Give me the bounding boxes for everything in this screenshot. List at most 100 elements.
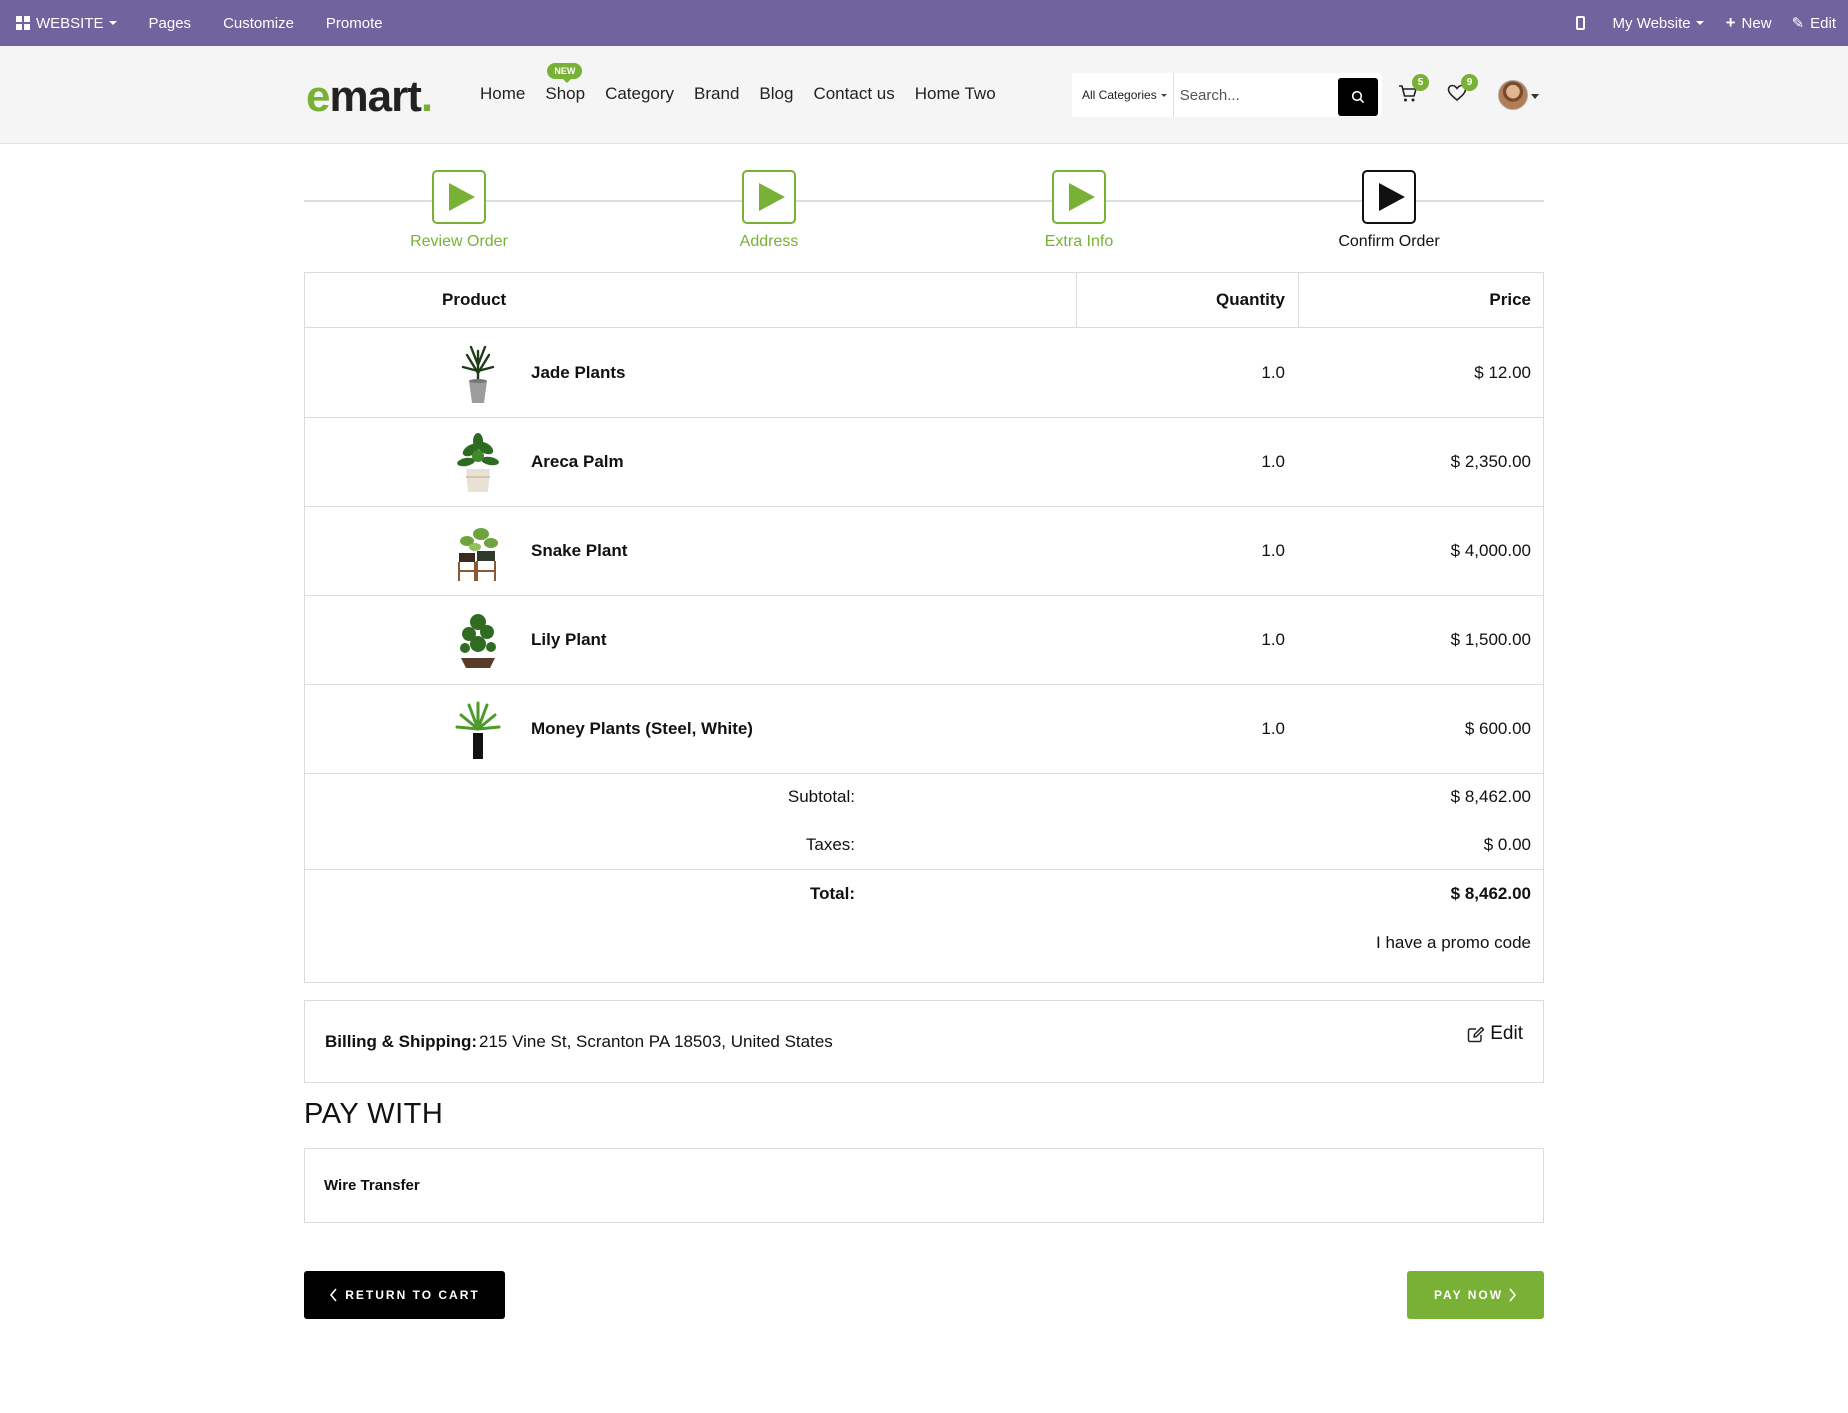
pencil-icon: ✎ [1791, 15, 1805, 32]
step-review-order[interactable]: Review Order [369, 170, 549, 251]
admin-menu-customize[interactable]: Customize [207, 0, 310, 46]
table-row: Lily Plant 1.0 $ 1,500.00 [305, 596, 1543, 685]
nav-shop[interactable]: NEW Shop [545, 63, 586, 104]
step-box [1052, 170, 1106, 224]
step-label: Address [739, 233, 799, 250]
edit-address-link[interactable]: Edit [1467, 1023, 1523, 1045]
taxes-label: Taxes: [805, 835, 855, 854]
billing-label: Billing & Shipping: [325, 1032, 478, 1051]
table-row: Snake Plant 1.0 $ 4,000.00 [305, 507, 1543, 596]
areca-palm-image[interactable] [451, 432, 505, 494]
new-button[interactable]: + New [1714, 0, 1784, 46]
checkout-steps: Review Order Address Extra Info Confirm … [304, 170, 1544, 250]
play-arrow-icon [449, 183, 475, 211]
column-divider [1298, 273, 1299, 328]
site-switcher[interactable]: My Website [1603, 0, 1714, 46]
nav-brand[interactable]: Brand [694, 84, 739, 104]
category-select-value: All Categories [1082, 88, 1157, 102]
product-name[interactable]: Lily Plant [531, 630, 607, 650]
chevron-down-icon [1695, 21, 1704, 25]
jade-plant-image[interactable] [451, 343, 505, 405]
chevron-down-icon [108, 21, 117, 25]
step-confirm-order: Confirm Order [1299, 170, 1479, 251]
nav-category[interactable]: Category [605, 84, 674, 104]
website-menu-label: WEBSITE [36, 14, 104, 32]
product-name[interactable]: Snake Plant [531, 541, 627, 561]
product-price: $ 4,000.00 [1450, 541, 1531, 560]
billing-shipping-box: Billing & Shipping: 215 Vine St, Scranto… [304, 1000, 1544, 1083]
logo-letter-e: e [306, 72, 331, 121]
search-button[interactable] [1338, 78, 1378, 116]
step-box [742, 170, 796, 224]
main-nav: Home NEW Shop Category Brand Blog Contac… [480, 63, 1016, 104]
step-box [432, 170, 486, 224]
column-header-product: Product [442, 290, 507, 309]
site-header: emart. Home NEW Shop Category Brand Blog… [0, 46, 1848, 144]
nav-blog[interactable]: Blog [759, 84, 793, 104]
nav-home[interactable]: Home [480, 84, 525, 104]
column-header-quantity: Quantity [1216, 290, 1285, 309]
admin-menu-promote[interactable]: Promote [310, 0, 399, 46]
nav-home-two[interactable]: Home Two [915, 84, 996, 104]
return-to-cart-button[interactable]: RETURN TO CART [304, 1271, 505, 1319]
table-header: Product Quantity Price [305, 273, 1543, 328]
step-label: Review Order [410, 233, 508, 250]
pay-now-button[interactable]: PAY NOW [1407, 1271, 1544, 1319]
step-label: Extra Info [1044, 233, 1114, 250]
nav-contact-us[interactable]: Contact us [813, 84, 894, 104]
admin-menu-pages[interactable]: Pages [133, 0, 208, 46]
product-name[interactable]: Jade Plants [531, 363, 626, 383]
edit-button[interactable]: ✎ Edit [1784, 0, 1848, 46]
logo-text: mart [329, 72, 421, 121]
lily-plant-image[interactable] [451, 610, 505, 672]
taxes-value: $ 0.00 [1483, 835, 1531, 854]
product-name[interactable]: Areca Palm [531, 452, 624, 472]
chevron-right-icon [1509, 1288, 1517, 1302]
column-divider [1076, 273, 1077, 328]
site-logo[interactable]: emart. [306, 72, 433, 122]
category-select[interactable]: All Categories [1072, 73, 1174, 117]
apps-grid-icon [16, 16, 30, 30]
logo-dot: . [420, 72, 433, 121]
mobile-preview-button[interactable] [1562, 0, 1603, 46]
user-avatar[interactable] [1498, 80, 1528, 110]
plus-icon: + [1725, 13, 1736, 32]
edit-address-label: Edit [1490, 1023, 1523, 1044]
product-price: $ 12.00 [1474, 363, 1531, 382]
product-name[interactable]: Money Plants (Steel, White) [531, 719, 753, 739]
website-app-menu[interactable]: WEBSITE [0, 0, 133, 46]
search-input[interactable] [1173, 86, 1334, 104]
table-row: Jade Plants 1.0 $ 12.00 [305, 329, 1543, 418]
cart-button[interactable]: 5 [1398, 74, 1429, 108]
wishlist-count-badge: 9 [1461, 74, 1478, 91]
snake-plant-image[interactable] [451, 521, 505, 583]
total-label: Total: [809, 884, 855, 903]
promo-code-link[interactable]: I have a promo code [1376, 933, 1531, 953]
nav-shop-label: Shop [545, 84, 586, 103]
pay-with-heading: PAY WITH [304, 1098, 444, 1130]
column-header-price: Price [1489, 290, 1531, 309]
subtotal-value: $ 8,462.00 [1450, 787, 1531, 806]
step-box [1362, 170, 1416, 224]
table-row: Areca Palm 1.0 $ 2,350.00 [305, 418, 1543, 507]
new-badge: NEW [547, 63, 583, 83]
billing-address: 215 Vine St, Scranton PA 18503, United S… [479, 1032, 833, 1051]
product-quantity: 1.0 [1261, 719, 1285, 738]
product-price: $ 600.00 [1464, 719, 1531, 738]
edit-icon [1468, 1026, 1485, 1042]
product-quantity: 1.0 [1261, 363, 1285, 382]
edit-button-label: Edit [1810, 14, 1836, 32]
subtotal-label: Subtotal: [787, 787, 855, 806]
chevron-down-icon[interactable] [1531, 94, 1539, 99]
wishlist-button[interactable]: 9 [1447, 74, 1478, 107]
step-extra-info[interactable]: Extra Info [989, 170, 1169, 251]
total-value: $ 8,462.00 [1450, 884, 1531, 903]
step-address[interactable]: Address [679, 170, 859, 251]
money-plant-image[interactable] [451, 699, 505, 761]
mobile-icon [1575, 16, 1585, 30]
play-arrow-icon [759, 183, 785, 211]
product-price: $ 2,350.00 [1450, 452, 1531, 471]
new-button-label: New [1741, 14, 1772, 32]
payment-option-wire-transfer[interactable]: Wire Transfer [324, 1177, 420, 1194]
order-summary-table: Product Quantity Price Jade Plants 1.0 $… [304, 272, 1544, 983]
